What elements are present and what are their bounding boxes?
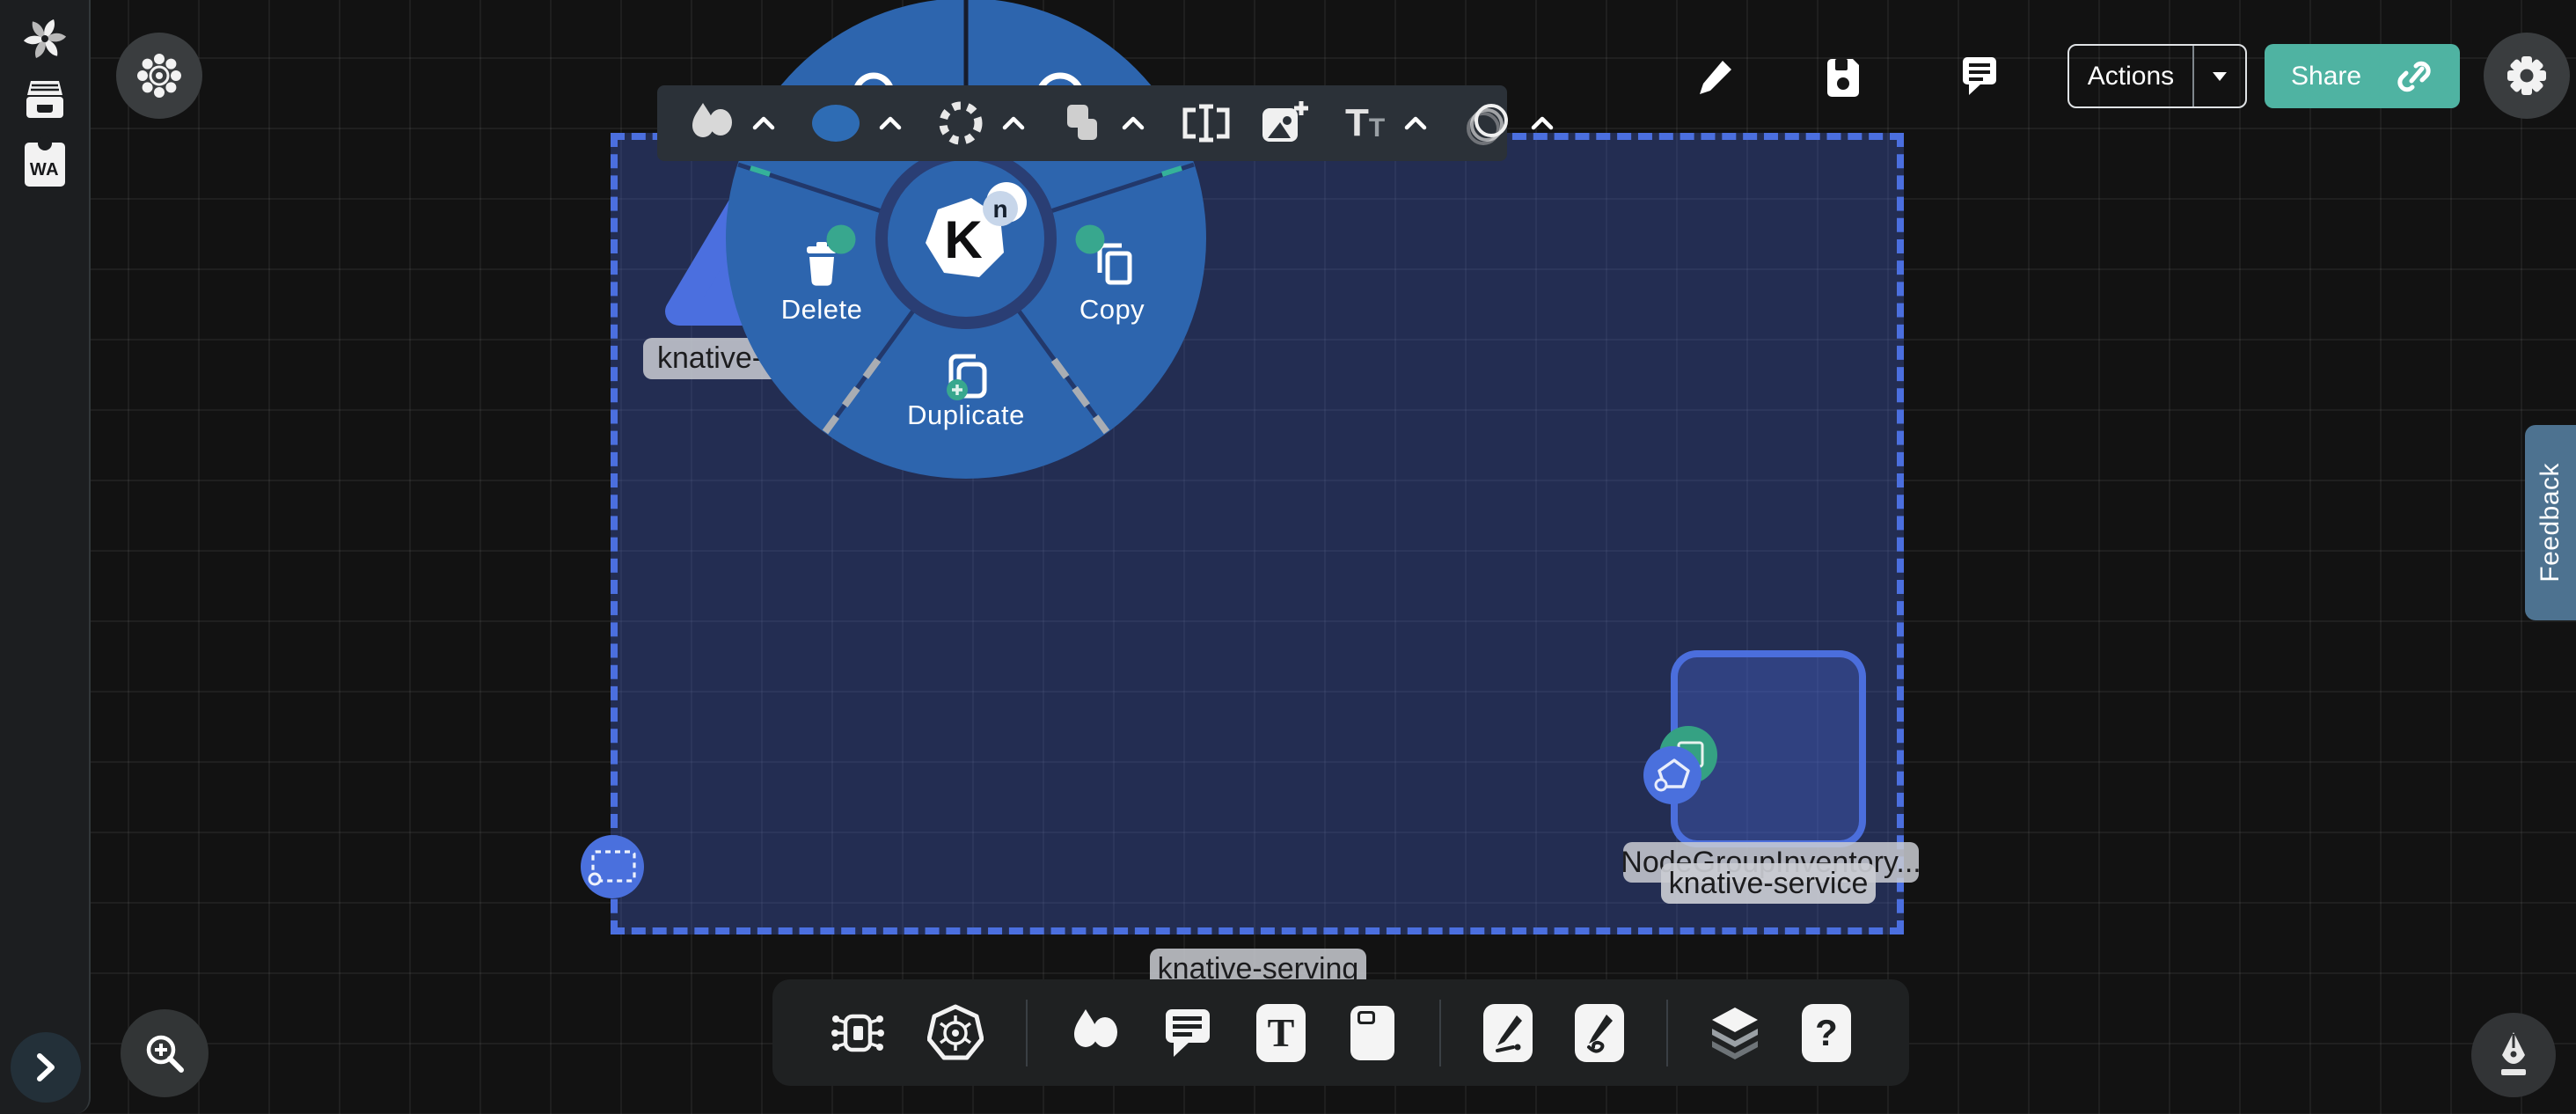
chevron-up-icon[interactable]	[879, 116, 902, 130]
knife-tool-icon[interactable]	[1483, 1004, 1533, 1062]
sidebar-expand-button[interactable]	[11, 1032, 81, 1103]
radial-item-duplicate[interactable]: Duplicate	[907, 399, 1025, 431]
node-badges	[1642, 709, 1738, 806]
chevron-up-icon[interactable]	[1531, 116, 1554, 130]
copy-style-icon[interactable]	[1060, 99, 1104, 147]
feedback-label: Feedback	[2536, 463, 2565, 583]
feedback-tab[interactable]: Feedback	[2525, 425, 2576, 620]
share-button[interactable]: Share	[2265, 44, 2460, 108]
comments-icon[interactable]	[1959, 55, 2000, 97]
dock-divider	[1026, 1000, 1028, 1066]
shapes-tool-icon[interactable]	[1070, 1006, 1121, 1060]
delete-status-dot	[827, 225, 856, 254]
pentagon-badge	[1643, 746, 1701, 804]
layers-tool-icon[interactable]	[1710, 1006, 1760, 1060]
image-add-icon[interactable]	[1261, 99, 1310, 147]
integration-tool-icon[interactable]	[831, 1006, 885, 1060]
gear-icon	[2504, 53, 2550, 99]
actions-button[interactable]: Actions	[2067, 44, 2247, 108]
kubernetes-tool-icon[interactable]	[927, 1004, 984, 1062]
sidebar-item-archive[interactable]	[24, 79, 66, 120]
selection-handle-badge[interactable]	[579, 832, 648, 901]
pinwheel-logo-icon	[24, 18, 66, 60]
zoom-in-button[interactable]	[121, 1009, 209, 1097]
copy-status-dot	[1076, 225, 1105, 254]
node-label-service: knative-service	[1661, 863, 1876, 904]
archive-icon	[24, 79, 66, 120]
radial-item-delete[interactable]: Delete	[781, 294, 863, 326]
svg-text:n: n	[992, 195, 1007, 223]
share-label: Share	[2291, 62, 2361, 92]
border-style-icon[interactable]	[937, 99, 984, 147]
edit-pencil-icon[interactable]	[1696, 57, 1735, 96]
blend-opacity-icon[interactable]	[1462, 99, 1513, 148]
actions-caret[interactable]	[2194, 70, 2245, 83]
dock-divider	[1666, 1000, 1668, 1066]
style-toolbar: T T	[657, 85, 1507, 161]
resize-width-icon[interactable]	[1182, 103, 1231, 143]
pencil-tool-icon[interactable]	[1575, 1004, 1624, 1062]
dock-divider	[1439, 1000, 1441, 1066]
settings-button[interactable]	[2484, 33, 2570, 119]
actions-label: Actions	[2069, 62, 2192, 92]
node-network-button[interactable]	[116, 33, 202, 119]
color-swatch-icon[interactable]	[810, 104, 861, 143]
chevron-right-icon	[36, 1052, 55, 1082]
comment-tool-icon[interactable]	[1163, 1007, 1214, 1059]
webassembly-icon: WA	[25, 143, 65, 187]
card-tool-icon[interactable]	[1348, 1003, 1397, 1063]
shapes-style-icon[interactable]	[689, 99, 735, 147]
canvas[interactable]: knative-s NodeGroupInventory... knative-…	[0, 0, 2576, 1114]
zoom-in-icon	[143, 1031, 187, 1075]
duplicate-icon[interactable]	[942, 351, 990, 400]
sidebar-item-webassembly[interactable]: WA	[25, 143, 65, 187]
chevron-up-icon[interactable]	[1122, 116, 1145, 130]
text-style-icon[interactable]: T T	[1345, 104, 1385, 143]
chevron-up-icon[interactable]	[752, 116, 775, 130]
chevron-up-icon[interactable]	[1404, 116, 1427, 130]
tool-dock: T ?	[772, 979, 1909, 1086]
caret-down-icon	[2211, 70, 2228, 83]
link-icon	[2395, 59, 2433, 94]
save-icon[interactable]	[1824, 56, 1862, 97]
svg-text:K: K	[944, 210, 982, 269]
pen-tool-button[interactable]	[2471, 1013, 2556, 1097]
text-tool-icon[interactable]: T	[1256, 1004, 1306, 1062]
pen-nib-icon	[2491, 1030, 2536, 1080]
sidebar: WA	[0, 0, 91, 1114]
help-tool-icon[interactable]: ?	[1802, 1004, 1851, 1062]
node-network-icon	[136, 53, 182, 99]
radial-item-copy[interactable]: Copy	[1079, 294, 1145, 326]
chevron-up-icon[interactable]	[1002, 116, 1025, 130]
app-logo[interactable]	[24, 18, 66, 60]
